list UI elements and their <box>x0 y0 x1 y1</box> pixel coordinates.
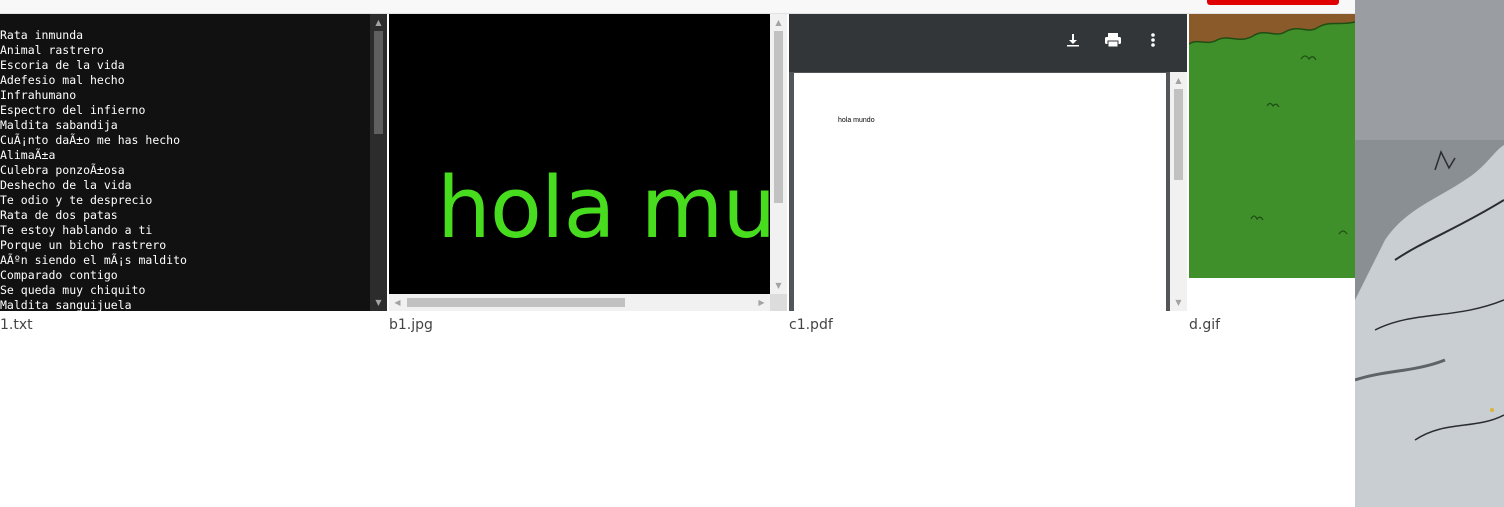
text-line: Se queda muy chiquito <box>0 283 146 297</box>
image-file-preview: hola mundo ▲ ▼ ◀ ▶ <box>389 14 787 311</box>
image-preview-vertical-scrollbar[interactable]: ▲ ▼ <box>770 14 787 294</box>
image-preview-horizontal-scrollbar[interactable]: ◀ ▶ <box>389 294 770 311</box>
scroll-right-arrow-icon[interactable]: ▶ <box>753 294 770 311</box>
text-line: Te odio y te desprecio <box>0 193 153 207</box>
file-name-label[interactable]: d.gif <box>1189 317 1220 333</box>
text-preview-vertical-scrollbar[interactable]: ▲ ▼ <box>370 14 387 311</box>
pdf-page: hola mundo <box>794 73 1166 311</box>
scroll-up-arrow-icon[interactable]: ▲ <box>770 14 787 31</box>
pdf-toolbar <box>789 14 1187 72</box>
text-line: Escoria de la vida <box>0 58 125 72</box>
scroll-down-arrow-icon[interactable]: ▼ <box>770 277 787 294</box>
text-file-content: Rata inmunda Animal rastrero Escoria de la… <box>0 28 369 311</box>
red-action-button[interactable] <box>1207 0 1339 5</box>
text-line: Culebra ponzoÃ±osa <box>0 163 125 177</box>
pdf-page-text: hola mundo <box>838 117 875 124</box>
text-line: Maldita sabandija <box>0 118 118 132</box>
image-viewport: hola mundo <box>389 14 770 294</box>
text-line: CuÃ¡nto daÃ±o me has hecho <box>0 133 181 147</box>
scrollbar-thumb[interactable] <box>374 31 383 134</box>
pdf-vertical-scrollbar[interactable]: ▲ ▼ <box>1170 72 1187 311</box>
scroll-down-arrow-icon[interactable]: ▼ <box>1170 294 1187 311</box>
scrollbar-thumb[interactable] <box>1174 89 1183 180</box>
text-line: Rata de dos patas <box>0 208 118 222</box>
scroll-up-arrow-icon[interactable]: ▲ <box>1170 72 1187 89</box>
pdf-file-preview: hola mundo ▲ ▼ <box>789 14 1187 311</box>
file-name-label[interactable]: b1.jpg <box>389 317 433 333</box>
text-line: Animal rastrero <box>0 43 104 57</box>
text-file-preview: Rata inmunda Animal rastrero Escoria de la… <box>0 14 387 311</box>
scrollbar-thumb[interactable] <box>774 31 783 203</box>
scroll-up-arrow-icon[interactable]: ▲ <box>370 14 387 31</box>
print-icon[interactable] <box>1101 31 1125 55</box>
background-artwork-image <box>1355 0 1504 507</box>
text-line: Adefesio mal hecho <box>0 73 125 87</box>
text-line: Rata inmunda <box>0 28 84 42</box>
text-line: AÃºn siendo el mÃ¡s maldito <box>0 253 187 267</box>
text-line: Deshecho de la vida <box>0 178 132 192</box>
scrollbar-thumb[interactable] <box>407 298 625 307</box>
text-line: Espectro del infierno <box>0 103 146 117</box>
gif-grass-image <box>1189 14 1355 311</box>
scroll-down-arrow-icon[interactable]: ▼ <box>370 294 387 311</box>
image-preview-text: hola mundo <box>437 159 770 258</box>
download-icon[interactable] <box>1061 31 1085 55</box>
scroll-left-arrow-icon[interactable]: ◀ <box>389 294 406 311</box>
gif-file-preview <box>1189 14 1355 311</box>
text-line: AlimaÃ±a <box>0 148 56 162</box>
file-name-label[interactable]: 1.txt <box>0 317 33 333</box>
more-vert-icon[interactable] <box>1141 31 1165 55</box>
top-bar <box>0 0 1355 14</box>
text-line: Maldita sanguijuela <box>0 298 132 311</box>
scrollbar-corner <box>770 294 787 311</box>
text-line: Comparado contigo <box>0 268 118 282</box>
text-line: Infrahumano <box>0 88 77 102</box>
text-line: Porque un bicho rastrero <box>0 238 167 252</box>
text-line: Te estoy hablando a ti <box>0 223 153 237</box>
file-name-label[interactable]: c1.pdf <box>789 317 833 333</box>
